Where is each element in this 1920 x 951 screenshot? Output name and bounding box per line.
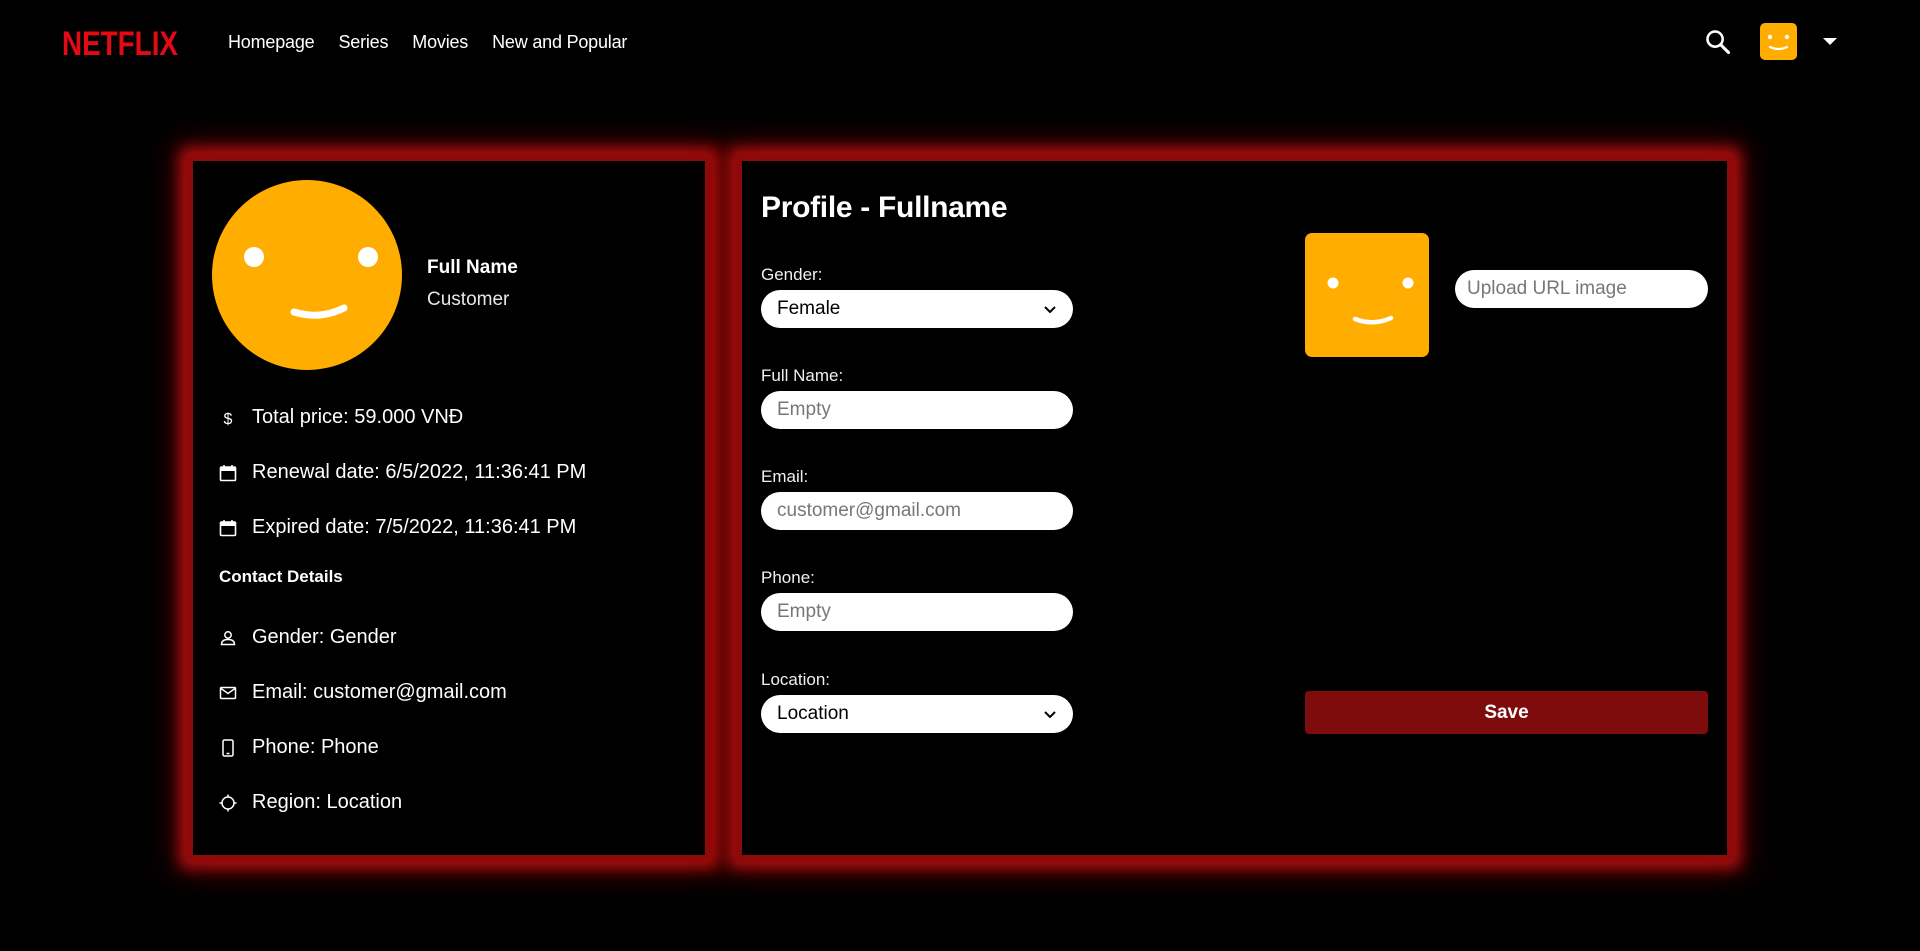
renewal-date-row: Renewal date: 6/5/2022, 11:36:41 PM: [219, 461, 586, 484]
fullname-label: Full Name:: [761, 366, 844, 385]
page-title: Profile - Fullname: [761, 191, 1008, 224]
region-text: Region: Location: [252, 791, 403, 813]
crosshair-icon: [219, 794, 237, 811]
caret-down-icon[interactable]: [1823, 38, 1837, 45]
nav-series[interactable]: Series: [338, 32, 388, 53]
email-input[interactable]: [761, 492, 1073, 530]
gender-label: Gender:: [761, 265, 823, 284]
gender-text: Gender: Gender: [252, 626, 397, 648]
location-label: Location:: [761, 670, 830, 689]
phone-label: Phone:: [761, 568, 815, 587]
search-icon[interactable]: [1704, 28, 1732, 56]
expired-date-row: Expired date: 7/5/2022, 11:36:41 PM: [219, 516, 576, 539]
total-price-text: Total price: 59.000 VNĐ: [252, 406, 464, 428]
user-role: Customer: [427, 289, 510, 310]
location-select[interactable]: Location: [761, 695, 1073, 733]
avatar-preview: [1305, 233, 1429, 357]
edit-profile-card: Profile - Fullname Gender: Female Full N…: [735, 154, 1734, 862]
calendar-icon: [219, 519, 237, 536]
header-actions: [1704, 23, 1837, 60]
smiley-avatar-icon: [1767, 34, 1790, 51]
email-text: Email: customer@gmail.com: [252, 681, 507, 703]
dollar-icon: $: [224, 411, 233, 427]
profile-avatar: [212, 180, 402, 370]
chevron-down-icon: [1044, 306, 1056, 314]
save-button[interactable]: Save: [1305, 691, 1708, 734]
contact-details-heading: Contact Details: [219, 567, 343, 586]
account-summary-card: Full Name Customer $ Total price: 59.000…: [186, 154, 712, 862]
netflix-logo[interactable]: NETFLIX: [62, 24, 180, 60]
gender-select-value: Female: [777, 298, 841, 319]
phone-input[interactable]: [761, 593, 1073, 631]
phone-row: Phone: Phone: [219, 736, 379, 759]
gender-row: Gender: Gender: [219, 626, 397, 649]
renewal-date-text: Renewal date: 6/5/2022, 11:36:41 PM: [252, 461, 587, 483]
smiley-avatar-icon: [1327, 277, 1414, 325]
person-icon: [220, 630, 236, 645]
location-select-value: Location: [777, 703, 849, 724]
total-price-row: $ Total price: 59.000 VNĐ: [219, 406, 464, 429]
phone-icon: [222, 738, 234, 757]
svg-text:$: $: [224, 411, 233, 427]
gender-select[interactable]: Female: [761, 290, 1073, 328]
email-row: Email: customer@gmail.com: [219, 681, 507, 704]
calendar-icon: [219, 464, 237, 481]
upload-url-input[interactable]: [1455, 270, 1708, 308]
mail-icon: [219, 686, 237, 699]
main-nav: Homepage Series Movies New and Popular: [228, 32, 627, 53]
email-label: Email:: [761, 467, 809, 486]
top-navigation-bar: NETFLIX Homepage Series Movies New and P…: [0, 0, 1920, 88]
netflix-logo-text: NETFLIX: [62, 25, 178, 60]
nav-movies[interactable]: Movies: [412, 32, 468, 53]
chevron-down-icon: [1044, 711, 1056, 719]
nav-homepage[interactable]: Homepage: [228, 32, 315, 53]
region-row: Region: Location: [219, 791, 402, 814]
phone-text: Phone: Phone: [252, 736, 379, 758]
nav-new-and-popular[interactable]: New and Popular: [492, 32, 627, 53]
fullname-input[interactable]: [761, 391, 1073, 429]
user-avatar-button[interactable]: [1760, 23, 1797, 60]
expired-date-text: Expired date: 7/5/2022, 11:36:41 PM: [252, 516, 577, 538]
name-block: Full Name Customer: [427, 257, 518, 311]
full-name-label: Full Name: [427, 257, 518, 278]
